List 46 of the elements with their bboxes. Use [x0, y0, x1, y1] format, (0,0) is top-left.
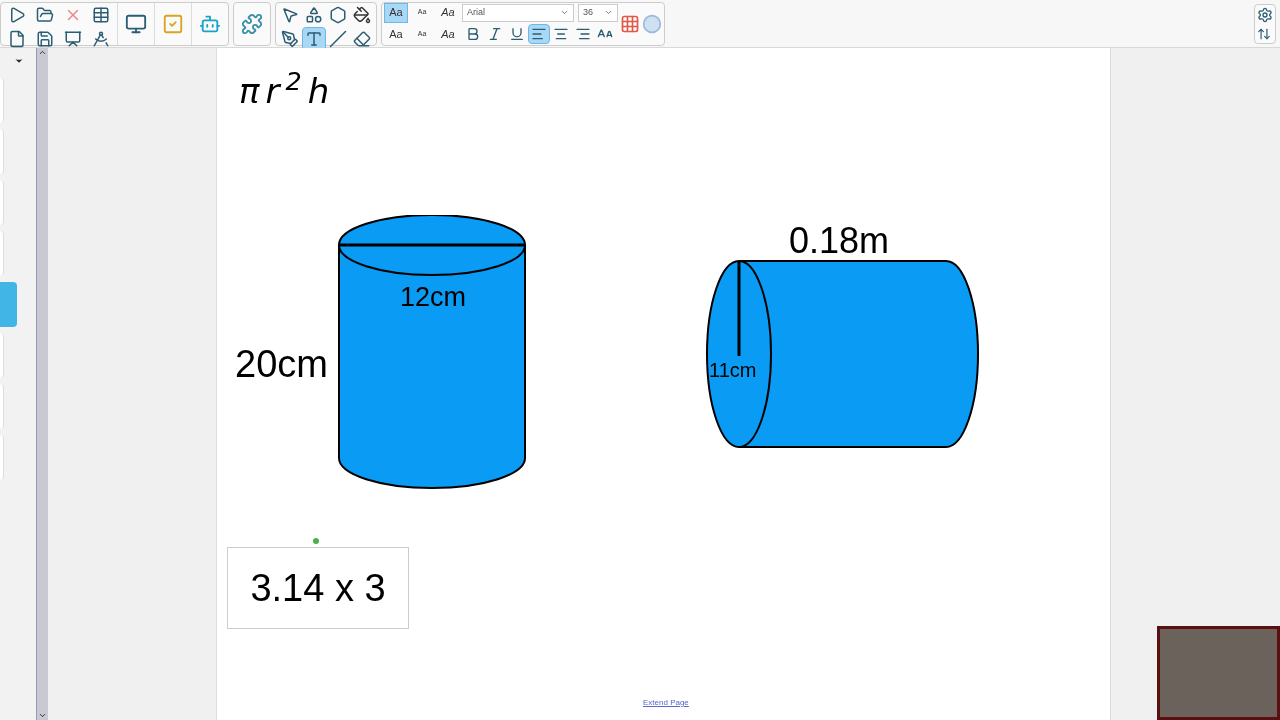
text-style-button[interactable]: Aa — [436, 24, 460, 45]
eraser-icon — [353, 29, 371, 48]
bold-icon — [465, 25, 481, 42]
scrollbar[interactable] — [36, 48, 48, 720]
caret-icon[interactable] — [14, 56, 24, 66]
italic-icon — [487, 25, 503, 42]
hexagon-icon — [329, 5, 347, 24]
pen-icon — [281, 29, 299, 48]
screen-icon — [64, 29, 82, 48]
folder-icon — [36, 5, 54, 24]
extend-page-link[interactable]: Extend Page — [643, 697, 689, 709]
underline-icon — [509, 25, 525, 42]
rotate-handle[interactable] — [313, 538, 319, 544]
pointer-icon — [281, 5, 299, 24]
caret-icon — [604, 8, 613, 17]
font-size-dropdown[interactable]: 36 — [578, 3, 618, 22]
shapes-icon — [305, 5, 323, 24]
color-grid-icon[interactable] — [620, 13, 640, 34]
diameter-label: 11cm — [709, 358, 757, 383]
text-style-button[interactable]: Aa — [384, 24, 408, 45]
settings-icon[interactable] — [1257, 6, 1273, 23]
paint-bucket-icon — [353, 5, 371, 24]
text-icon — [305, 29, 323, 48]
puzzle-icon — [241, 12, 263, 35]
page-thumbnail[interactable] — [0, 282, 17, 327]
compass-icon — [92, 29, 110, 48]
line-icon — [329, 29, 347, 48]
handwritten-formula: πr$^{2}$h — [239, 66, 336, 113]
page-icon — [8, 29, 26, 48]
play-icon — [8, 5, 26, 24]
save-icon — [36, 29, 54, 48]
scroll-down-icon[interactable] — [38, 711, 47, 720]
align-left-button[interactable] — [528, 23, 550, 44]
text-style-button[interactable]: Aa — [436, 2, 460, 23]
length-label: 0.18m — [789, 219, 890, 263]
scroll-up-icon[interactable] — [38, 48, 47, 57]
caret-icon — [560, 8, 569, 17]
font-dropdown[interactable]: Arial — [462, 3, 574, 22]
diameter-label: 12cm — [400, 281, 467, 314]
text-style-button[interactable]: Aa — [384, 2, 408, 23]
text-box[interactable]: 3.14 x 3 — [227, 547, 409, 629]
checkbox-icon — [162, 12, 184, 35]
monitor-icon — [125, 12, 147, 35]
table-icon — [92, 5, 110, 24]
text-button[interactable] — [302, 26, 326, 51]
height-label: 20cm — [235, 342, 328, 387]
